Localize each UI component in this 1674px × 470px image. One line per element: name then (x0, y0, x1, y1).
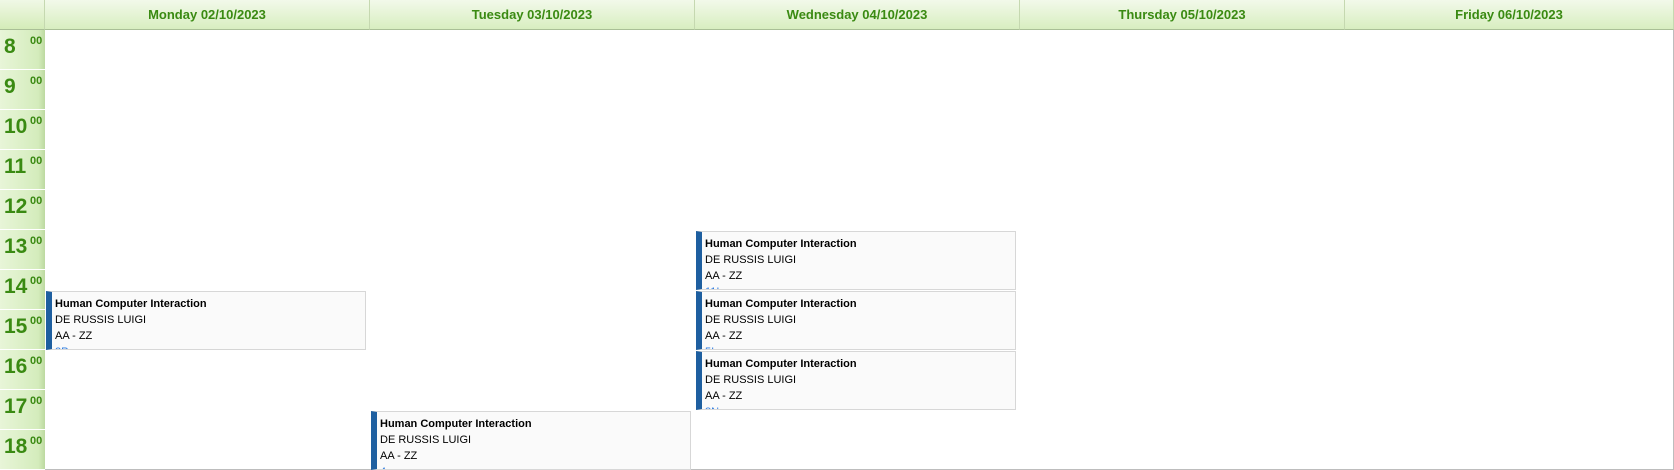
event-room-link[interactable]: 5I (705, 344, 1015, 349)
hour-number: 9 (4, 75, 16, 98)
hour-minutes: 00 (30, 75, 43, 87)
hour-label: 14 00 (0, 270, 45, 310)
hour-number: 11 (4, 155, 27, 178)
event-room-link[interactable]: 8N (705, 404, 1015, 409)
lesson-event[interactable]: Human Computer Interaction DE RUSSIS LUIG… (696, 351, 1016, 410)
hour-number: 17 (4, 395, 28, 418)
hour-minutes: 00 (30, 155, 43, 167)
lesson-event[interactable]: Human Computer Interaction DE RUSSIS LUIG… (696, 231, 1016, 290)
event-teacher: DE RUSSIS LUIGI (705, 314, 797, 326)
event-group: AA - ZZ (705, 270, 743, 282)
hour-label: 16 00 (0, 350, 45, 390)
hour-label: 13 00 (0, 230, 45, 270)
event-group: AA - ZZ (55, 330, 93, 342)
event-room-link[interactable]: 11I (705, 284, 1015, 289)
lesson-event[interactable]: Human Computer Interaction DE RUSSIS LUIG… (696, 291, 1016, 350)
hour-minutes: 00 (30, 35, 43, 47)
hour-label: 12 00 (0, 190, 45, 230)
hour-label: 18 00 (0, 430, 45, 470)
hour-label: 8 00 (0, 30, 45, 70)
hour-label: 17 00 (0, 390, 45, 430)
hour-number: 12 (4, 195, 28, 218)
day-header[interactable]: Thursday 05/10/2023 (1020, 0, 1345, 30)
hour-minutes: 00 (30, 195, 43, 207)
event-course-title: Human Computer Interaction (380, 418, 532, 430)
event-course-title: Human Computer Interaction (705, 358, 857, 370)
hour-minutes: 00 (30, 435, 43, 447)
hour-minutes: 00 (30, 315, 43, 327)
hour-number: 13 (4, 235, 28, 258)
lesson-event[interactable]: Human Computer Interaction DE RUSSIS LUIG… (46, 291, 366, 350)
event-course-title: Human Computer Interaction (705, 298, 857, 310)
event-group: AA - ZZ (705, 330, 743, 342)
hour-minutes: 00 (30, 395, 43, 407)
weekly-timetable: Monday 02/10/2023 Tuesday 03/10/2023 Wedne… (0, 0, 1674, 470)
event-teacher: DE RUSSIS LUIGI (380, 434, 472, 446)
event-teacher: DE RUSSIS LUIGI (705, 254, 797, 266)
hour-number: 15 (4, 315, 28, 338)
hour-minutes: 00 (30, 275, 43, 287)
event-course-title: Human Computer Interaction (55, 298, 207, 310)
hour-number: 16 (4, 355, 28, 378)
hour-number: 10 (4, 115, 28, 138)
event-teacher: DE RUSSIS LUIGI (705, 374, 797, 386)
event-group: AA - ZZ (380, 450, 418, 462)
hour-minutes: 00 (30, 355, 43, 367)
hour-minutes: 00 (30, 115, 43, 127)
hour-label: 10 00 (0, 110, 45, 150)
lesson-event[interactable]: Human Computer Interaction DE RUSSIS LUIG… (371, 411, 691, 470)
hour-number: 14 (4, 275, 28, 298)
event-group: AA - ZZ (705, 390, 743, 402)
hour-number: 8 (4, 35, 16, 58)
day-header[interactable]: Tuesday 03/10/2023 (370, 0, 695, 30)
day-header[interactable]: Monday 02/10/2023 (45, 0, 370, 30)
hour-label: 9 00 (0, 70, 45, 110)
day-header[interactable]: Friday 06/10/2023 (1345, 0, 1674, 30)
hour-label: 11 00 (0, 150, 45, 190)
hour-label: 15 00 (0, 310, 45, 350)
day-header[interactable]: Wednesday 04/10/2023 (695, 0, 1020, 30)
event-course-title: Human Computer Interaction (705, 238, 857, 250)
event-teacher: DE RUSSIS LUIGI (55, 314, 147, 326)
timetable-corner (0, 0, 45, 30)
hour-number: 18 (4, 435, 28, 458)
event-room-link[interactable]: 4 (380, 464, 690, 469)
hour-minutes: 00 (30, 235, 43, 247)
event-room-link[interactable]: 2P (55, 344, 365, 349)
